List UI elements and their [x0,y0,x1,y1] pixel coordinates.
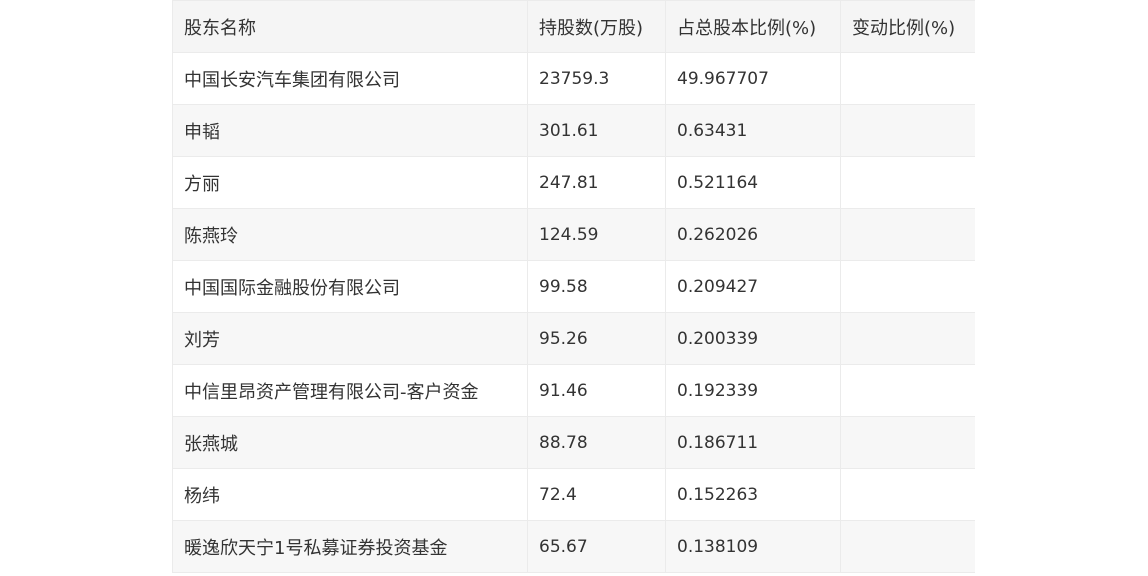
cell-change [840,104,975,157]
header-change: 变动比例(%) [840,0,975,53]
header-shares: 持股数(万股) [527,0,666,53]
cell-change [840,416,975,469]
cell-ratio: 0.192339 [665,364,841,417]
cell-ratio: 0.63431 [665,104,841,157]
cell-change [840,208,975,261]
table-row: 暖逸欣天宁1号私募证券投资基金 65.67 0.138109 [172,520,975,573]
cell-name: 中信里昂资产管理有限公司-客户资金 [172,364,528,417]
cell-name: 杨纬 [172,468,528,521]
cell-ratio: 0.186711 [665,416,841,469]
cell-name: 刘芳 [172,312,528,365]
cell-name: 方丽 [172,156,528,209]
cell-change [840,156,975,209]
cell-shares: 99.58 [527,260,666,313]
cell-change [840,52,975,105]
table-row: 刘芳 95.26 0.200339 [172,312,975,365]
cell-name: 陈燕玲 [172,208,528,261]
table-header-row: 股东名称 持股数(万股) 占总股本比例(%) 变动比例(%) [172,0,975,53]
header-shareholder-name: 股东名称 [172,0,528,53]
cell-ratio: 0.262026 [665,208,841,261]
cell-name: 张燕城 [172,416,528,469]
shareholder-table: 股东名称 持股数(万股) 占总股本比例(%) 变动比例(%) 中国长安汽车集团有… [172,0,975,573]
cell-ratio: 0.200339 [665,312,841,365]
cell-shares: 124.59 [527,208,666,261]
table-row: 中信里昂资产管理有限公司-客户资金 91.46 0.192339 [172,364,975,417]
cell-shares: 23759.3 [527,52,666,105]
cell-name: 暖逸欣天宁1号私募证券投资基金 [172,520,528,573]
cell-change [840,260,975,313]
table-row: 方丽 247.81 0.521164 [172,156,975,209]
cell-shares: 88.78 [527,416,666,469]
table-row: 申韬 301.61 0.63431 [172,104,975,157]
cell-ratio: 0.152263 [665,468,841,521]
cell-ratio: 0.521164 [665,156,841,209]
table-row: 张燕城 88.78 0.186711 [172,416,975,469]
cell-shares: 247.81 [527,156,666,209]
shareholder-table-container: 股东名称 持股数(万股) 占总股本比例(%) 变动比例(%) 中国长安汽车集团有… [172,0,975,576]
cell-change [840,364,975,417]
cell-ratio: 49.967707 [665,52,841,105]
table-row: 中国长安汽车集团有限公司 23759.3 49.967707 [172,52,975,105]
cell-name: 申韬 [172,104,528,157]
cell-change [840,468,975,521]
table-row: 陈燕玲 124.59 0.262026 [172,208,975,261]
cell-shares: 72.4 [527,468,666,521]
table-row: 中国国际金融股份有限公司 99.58 0.209427 [172,260,975,313]
cell-ratio: 0.209427 [665,260,841,313]
cell-name: 中国国际金融股份有限公司 [172,260,528,313]
cell-ratio: 0.138109 [665,520,841,573]
cell-shares: 95.26 [527,312,666,365]
cell-name: 中国长安汽车集团有限公司 [172,52,528,105]
cell-change [840,312,975,365]
header-ratio: 占总股本比例(%) [665,0,841,53]
table-row: 杨纬 72.4 0.152263 [172,468,975,521]
cell-shares: 301.61 [527,104,666,157]
cell-shares: 65.67 [527,520,666,573]
cell-change [840,520,975,573]
cell-shares: 91.46 [527,364,666,417]
